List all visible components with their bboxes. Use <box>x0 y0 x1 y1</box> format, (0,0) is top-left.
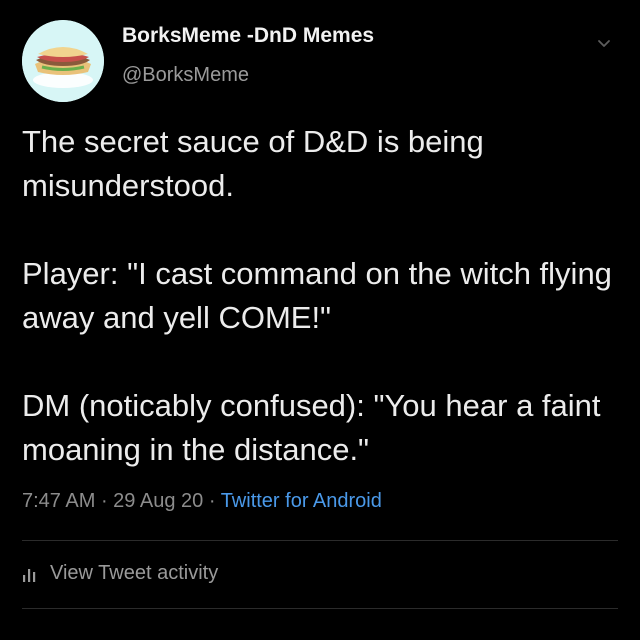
avatar[interactable] <box>22 20 104 102</box>
chevron-down-icon[interactable] <box>596 36 612 52</box>
view-tweet-activity-label: View Tweet activity <box>50 562 219 584</box>
view-tweet-activity-button[interactable]: View Tweet activity <box>22 562 218 585</box>
tweet-time[interactable]: 7:47 AM <box>22 490 95 512</box>
tweet-card: BorksMeme -DnD Memes @BorksMeme The secr… <box>0 0 640 640</box>
analytics-bars-icon <box>22 566 40 582</box>
tweet-paragraph: Player: "I cast command on the witch fly… <box>22 256 612 335</box>
meta-separator: · <box>203 490 221 512</box>
tweet-paragraph: DM (noticably confused): "You hear a fai… <box>22 388 601 467</box>
tweet-header: BorksMeme -DnD Memes @BorksMeme <box>20 14 620 104</box>
tweet-source-link[interactable]: Twitter for Android <box>221 490 382 512</box>
meta-separator: · <box>95 490 114 512</box>
tweet-date[interactable]: 29 Aug 20 <box>113 490 203 512</box>
tweet-text: The secret sauce of D&D is being misunde… <box>22 120 622 472</box>
tweet-meta: 7:47 AM · 29 Aug 20 · Twitter for Androi… <box>22 490 382 513</box>
sandwich-icon <box>22 20 104 102</box>
tweet-paragraph: The secret sauce of D&D is being misunde… <box>22 124 484 203</box>
author-handle[interactable]: @BorksMeme <box>122 64 249 87</box>
divider <box>22 608 618 609</box>
divider <box>22 540 618 541</box>
author-display-name[interactable]: BorksMeme -DnD Memes <box>122 24 374 48</box>
